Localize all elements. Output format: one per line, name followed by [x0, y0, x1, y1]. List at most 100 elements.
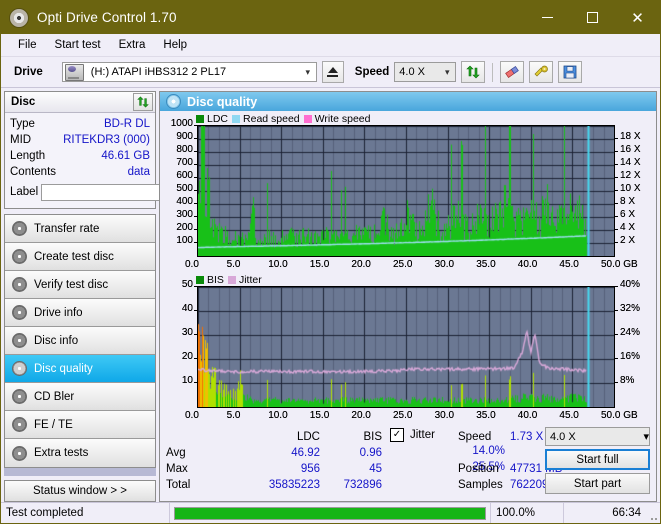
- close-button[interactable]: ✕: [615, 1, 660, 34]
- x-axis-tick: 20.0: [351, 259, 371, 270]
- y-axis-tickmark: [194, 190, 197, 191]
- legend-label-bis: BIS: [207, 273, 224, 286]
- legend-label-jitter: Jitter: [238, 273, 262, 286]
- chevron-down-icon: ▾: [643, 431, 649, 443]
- plot-area: [197, 125, 615, 257]
- disc-group-body: Type BD-R DL MID RITEKDR3 (000) Length 4…: [5, 113, 245, 208]
- y-axis-tickmark: [194, 242, 197, 243]
- minimize-button[interactable]: [525, 1, 570, 34]
- bis-jitter-chart[interactable]: 10 20 30 40 50 8% 16% 24% 32% 40% 0.0 5.0 10.0 15.0 20…: [162, 279, 654, 424]
- start-part-button[interactable]: Start part: [545, 473, 650, 494]
- x-axis-tick: 45.0: [559, 259, 579, 270]
- x-axis-tick: 35.0: [476, 259, 496, 270]
- disc-length-value: 46.61 GB: [101, 150, 150, 162]
- disc-group: Disc Type BD-R DL MID RITEKDR3 (000) Len…: [4, 91, 245, 209]
- x-axis-tick: 20.0: [351, 410, 371, 421]
- drive-select[interactable]: (H:) ATAPI iHBS312 2 PL17 ▾: [61, 62, 317, 82]
- y2-axis-tick: 6 X: [620, 209, 636, 220]
- x-axis-tick: 0.0: [185, 410, 199, 421]
- maximize-button[interactable]: [570, 1, 615, 34]
- y-axis-tick: 40: [181, 303, 193, 314]
- y-axis-tick: 200: [176, 222, 193, 233]
- y2-axis-tick: 16%: [620, 351, 641, 362]
- minimize-icon: [542, 17, 553, 18]
- jitter-checkbox[interactable]: ✓: [390, 428, 404, 442]
- save-button[interactable]: [558, 61, 583, 83]
- eject-button[interactable]: [321, 61, 344, 83]
- x-axis-tick: 50.0 GB: [601, 410, 638, 421]
- x-axis-tick: 40.0: [517, 410, 538, 421]
- stats-total-bis: 732896: [343, 479, 382, 491]
- eject-icon: [327, 67, 338, 73]
- status-window-button[interactable]: Status window > >: [4, 480, 156, 502]
- sidebar-item-disc-quality[interactable]: Disc quality: [5, 355, 155, 383]
- erase-button[interactable]: [500, 61, 525, 83]
- speed-select[interactable]: 4.0 X ▾: [394, 62, 457, 82]
- y2-axis-tickmark: [615, 334, 618, 335]
- disc-mid-value: RITEKDR3 (000): [63, 134, 150, 146]
- y2-axis-tickmark: [615, 216, 618, 217]
- stats-row-avg: Avg 46.92 0.96: [166, 445, 382, 461]
- sidebar-item-fe-te[interactable]: FE / TE: [5, 411, 155, 439]
- plot-canvas: [198, 287, 614, 407]
- stats-row-label: Total: [166, 479, 191, 491]
- menu-item-start-test[interactable]: Start test: [46, 37, 110, 53]
- x-axis-tick: 30.0: [434, 259, 455, 270]
- sidebar-item-disc-info[interactable]: Disc info: [5, 327, 155, 355]
- toolbar-separator: [492, 62, 494, 82]
- drive-info-icon: [12, 305, 27, 320]
- y2-axis-tickmark: [615, 358, 618, 359]
- start-full-button[interactable]: Start full: [545, 449, 650, 470]
- y2-axis-tick: 8%: [620, 375, 635, 386]
- resize-grip-icon[interactable]: [646, 503, 660, 523]
- disc-refresh-button[interactable]: [133, 93, 153, 111]
- y-axis-tick: 600: [176, 170, 193, 181]
- sidebar-item-label: Verify test disc: [34, 278, 109, 291]
- sidebar-item-transfer-rate[interactable]: Transfer rate: [5, 215, 155, 243]
- sidebar-item-create-test-disc[interactable]: Create test disc: [5, 243, 155, 271]
- y2-axis-tick: 8 X: [620, 196, 636, 207]
- y-axis-tickmark: [194, 286, 197, 287]
- stats-avg-bis: 0.96: [359, 447, 382, 459]
- x-axis-tick: 25.0: [393, 410, 413, 421]
- jitter-label: Jitter: [410, 429, 435, 441]
- y2-axis-tickmark: [615, 190, 618, 191]
- progress-bar: [174, 506, 486, 520]
- page-title: Disc quality: [187, 94, 258, 109]
- y-axis-tickmark: [194, 358, 197, 359]
- x-axis-tick: 15.0: [309, 259, 330, 270]
- refresh-button[interactable]: [461, 61, 486, 83]
- plot-area: [197, 286, 615, 408]
- sidebar-filler: [4, 468, 156, 476]
- status-window-label: Status window > >: [33, 485, 127, 497]
- sidebar-item-label: Extra tests: [34, 447, 89, 459]
- test-speed-select-value: 4.0 X: [550, 430, 576, 443]
- y-axis-tick: 900: [176, 131, 193, 142]
- legend-swatch-write-speed: [303, 114, 312, 123]
- sidebar-item-cd-bler[interactable]: CD Bler: [5, 383, 155, 411]
- tools-button[interactable]: [529, 61, 554, 83]
- menu-item-file[interactable]: File: [9, 37, 46, 53]
- sidebar-item-extra-tests[interactable]: Extra tests: [5, 439, 155, 467]
- stats-row-total: Total 35835223 732896: [166, 477, 382, 493]
- start-part-label: Start part: [573, 477, 622, 490]
- chevron-down-icon: ▾: [445, 66, 450, 77]
- nav-list: Transfer rate Create test disc Verify te…: [4, 214, 156, 468]
- x-axis-tick: 40.0: [517, 259, 538, 270]
- cd-bler-icon: [12, 389, 27, 404]
- test-speed-select[interactable]: 4.0 X ▾: [545, 427, 650, 446]
- sidebar-item-verify-test-disc[interactable]: Verify test disc: [5, 271, 155, 299]
- menu-item-help[interactable]: Help: [154, 37, 196, 53]
- menu-item-extra[interactable]: Extra: [110, 37, 155, 53]
- drive-toolbar: Drive (H:) ATAPI iHBS312 2 PL17 ▾ Speed …: [1, 57, 660, 88]
- y-axis-tickmark: [194, 216, 197, 217]
- stats-row-label: Avg: [166, 447, 186, 459]
- refresh-icon: [137, 96, 149, 108]
- progress-cell: [170, 503, 491, 523]
- y-axis-tickmark: [194, 229, 197, 230]
- y2-axis-tickmark: [615, 242, 618, 243]
- drive-select-value: (H:) ATAPI iHBS312 2 PL17: [90, 66, 227, 78]
- sidebar-item-drive-info[interactable]: Drive info: [5, 299, 155, 327]
- disc-mid-label: MID: [10, 134, 32, 146]
- ldc-chart[interactable]: 100 200 300 400 500 600 700 800 900 1000 2 X 4 X 6 X…: [162, 118, 654, 273]
